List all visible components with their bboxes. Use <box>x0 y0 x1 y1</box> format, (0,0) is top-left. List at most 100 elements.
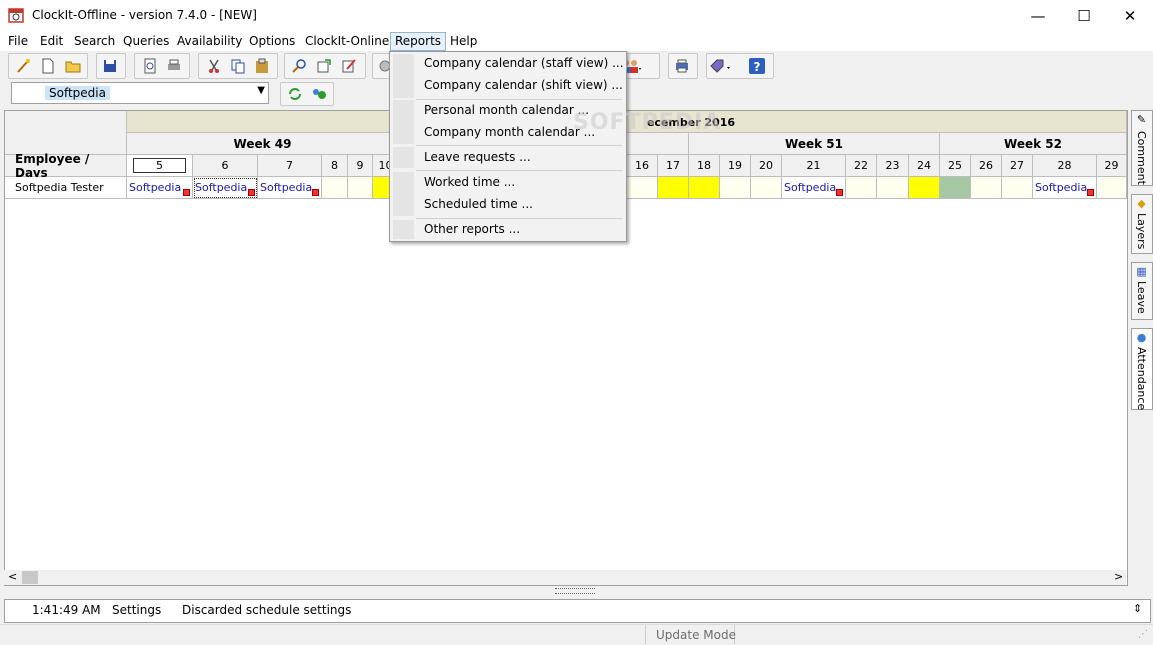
menu-help[interactable]: Help <box>446 33 481 50</box>
copy-icon[interactable] <box>227 55 249 77</box>
menu-edit[interactable]: Edit <box>36 33 67 50</box>
menu-options[interactable]: Options <box>245 33 299 50</box>
day-header[interactable]: 16 <box>627 155 658 177</box>
day-header[interactable]: 5 <box>127 155 193 177</box>
menu-item-leave-requests[interactable]: Leave requests ... <box>424 150 531 164</box>
open-folder-icon[interactable] <box>62 55 84 77</box>
menu-item-company-month-calendar[interactable]: Company month calendar ... <box>424 125 595 139</box>
schedule-cell[interactable]: Softpedia <box>1033 177 1097 199</box>
schedule-cell[interactable] <box>1002 177 1033 199</box>
day-header[interactable]: 25 <box>940 155 971 177</box>
menu-availability[interactable]: Availability <box>173 33 246 50</box>
day-header[interactable]: 22 <box>846 155 877 177</box>
side-tab-attendance[interactable]: ● Attendance <box>1131 328 1153 410</box>
schedule-cell[interactable] <box>348 177 373 199</box>
schedule-cell-weekend[interactable] <box>658 177 689 199</box>
print-icon[interactable] <box>163 55 185 77</box>
side-tab-leave[interactable]: ▦ Leave <box>1131 262 1153 320</box>
schedule-cell[interactable]: Softpedia <box>127 177 193 199</box>
save-icon[interactable] <box>99 55 121 77</box>
resize-grip-icon[interactable]: ⋰ <box>1138 629 1148 640</box>
day-header[interactable]: 17 <box>658 155 689 177</box>
menu-reports[interactable]: Reports <box>390 32 447 51</box>
day-header[interactable]: 20 <box>751 155 782 177</box>
schedule-cell[interactable] <box>846 177 877 199</box>
schedule-cell[interactable] <box>751 177 782 199</box>
menu-item-other-reports[interactable]: Other reports ... <box>424 222 520 236</box>
menu-item-personal-month-calendar[interactable]: Personal month calendar ... <box>424 103 589 117</box>
day-header[interactable]: 19 <box>720 155 751 177</box>
status-category: Settings <box>112 603 162 617</box>
month-label: ecember 2016 <box>646 115 736 129</box>
employee-select-value: Softpedia <box>45 86 110 100</box>
schedule-cell[interactable] <box>877 177 909 199</box>
day-header[interactable]: 24 <box>909 155 940 177</box>
day-header[interactable]: 8 <box>322 155 348 177</box>
tags-icon[interactable] <box>709 55 731 77</box>
printer-icon[interactable] <box>671 55 693 77</box>
day-header[interactable]: 26 <box>971 155 1002 177</box>
cut-icon[interactable] <box>203 55 225 77</box>
schedule-cell[interactable] <box>720 177 751 199</box>
schedule-cell-holiday[interactable] <box>940 177 971 199</box>
schedule-cell-selected[interactable]: Softpedia <box>193 177 258 199</box>
menu-item-scheduled-time[interactable]: Scheduled time ... <box>424 197 533 211</box>
wand-icon[interactable] <box>12 55 34 77</box>
edit-icon[interactable] <box>338 55 360 77</box>
sync-users-icon[interactable] <box>308 83 330 105</box>
schedule-cell[interactable] <box>322 177 348 199</box>
maximize-button[interactable]: ☐ <box>1061 0 1107 31</box>
employee-select[interactable]: Softpedia ▼ <box>11 82 269 104</box>
splitter-grip[interactable] <box>555 588 595 594</box>
horizontal-scrollbar[interactable]: < > <box>4 570 1126 585</box>
schedule-cell[interactable] <box>971 177 1002 199</box>
day-header[interactable]: 27 <box>1002 155 1033 177</box>
day-header[interactable]: 6 <box>193 155 258 177</box>
menu-gutter <box>392 54 414 239</box>
help-icon[interactable]: ? <box>746 55 768 77</box>
menu-queries[interactable]: Queries <box>119 33 173 50</box>
schedule-cell-weekend[interactable] <box>689 177 720 199</box>
paste-icon[interactable] <box>251 55 273 77</box>
schedule-cell[interactable]: Softpedia <box>258 177 322 199</box>
status-bar: Update Mode ⋰ <box>0 624 1153 645</box>
side-tab-layers[interactable]: ◆ Layers <box>1131 194 1153 254</box>
menu-item-worked-time[interactable]: Worked time ... <box>424 175 515 189</box>
close-button[interactable]: ✕ <box>1107 0 1153 31</box>
refresh-icon[interactable] <box>284 83 306 105</box>
day-header[interactable]: 9 <box>348 155 373 177</box>
menu-file[interactable]: File <box>4 33 32 50</box>
day-header[interactable]: 7 <box>258 155 322 177</box>
spinner-arrows-icon[interactable]: ⇕ <box>1133 602 1142 615</box>
schedule-cell[interactable] <box>1097 177 1127 199</box>
day-header[interactable]: 28 <box>1033 155 1097 177</box>
scroll-thumb[interactable] <box>22 571 38 584</box>
schedule-entry: Softpedia <box>784 181 837 194</box>
window-title: ClockIt-Offline - version 7.4.0 - [NEW] <box>32 8 257 22</box>
menu-separator <box>416 145 622 146</box>
preview-icon[interactable] <box>139 55 161 77</box>
schedule-cell[interactable]: Softpedia <box>782 177 846 199</box>
note-marker-icon <box>312 189 319 196</box>
scroll-left-icon[interactable]: < <box>8 570 17 583</box>
day-header[interactable]: 18 <box>689 155 720 177</box>
schedule-cell[interactable] <box>627 177 658 199</box>
day-header[interactable]: 29 <box>1097 155 1127 177</box>
side-tab-comment[interactable]: ✎ Comment <box>1131 110 1153 186</box>
week-51: Week 51 <box>689 133 940 155</box>
find-icon[interactable] <box>288 55 310 77</box>
menu-item-company-calendar-staff[interactable]: Company calendar (staff view) ... <box>424 56 624 70</box>
day-header[interactable]: 23 <box>877 155 909 177</box>
menu-item-company-calendar-shift[interactable]: Company calendar (shift view) ... <box>424 78 623 92</box>
scroll-right-icon[interactable]: > <box>1114 570 1123 583</box>
new-file-icon[interactable] <box>37 55 59 77</box>
chevron-down-icon[interactable]: ▼ <box>257 85 265 96</box>
schedule-cell-weekend[interactable] <box>909 177 940 199</box>
day-header[interactable]: 21 <box>782 155 846 177</box>
minimize-button[interactable]: — <box>1015 0 1061 31</box>
export-icon[interactable] <box>313 55 335 77</box>
day-header-label: 5 <box>133 158 186 173</box>
menu-clockit-online[interactable]: ClockIt-Online <box>301 33 393 50</box>
menu-search[interactable]: Search <box>70 33 119 50</box>
employee-name-cell[interactable]: Softpedia Tester <box>5 177 127 199</box>
